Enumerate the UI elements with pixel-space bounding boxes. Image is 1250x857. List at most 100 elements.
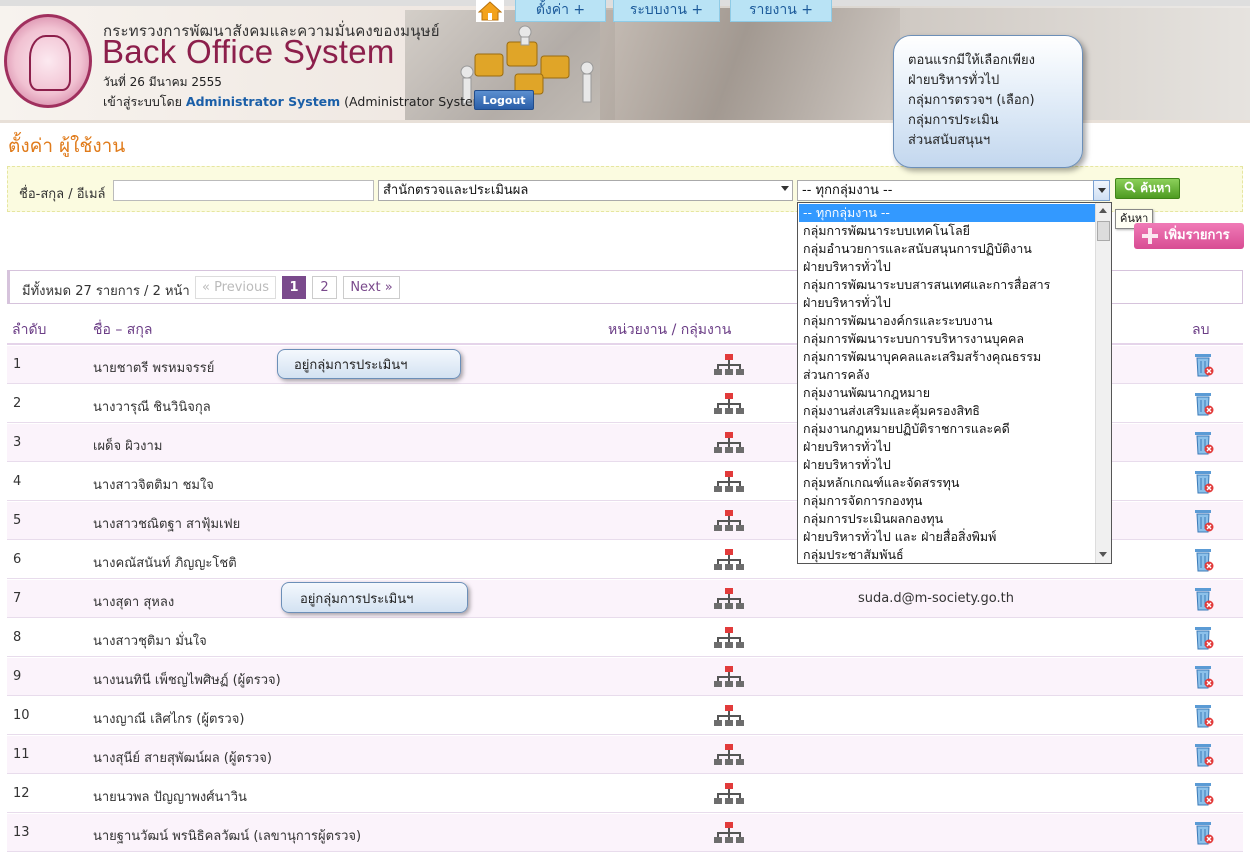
dropdown-option[interactable]: กลุ่มการพัฒนาองค์กรและระบบงาน: [799, 312, 1095, 330]
table-row[interactable]: 10 นางญาณี เลิศไกร (ผู้ตรวจ): [7, 697, 1243, 735]
nav-tab-systems[interactable]: ระบบงาน +: [613, 0, 720, 22]
row-name[interactable]: เผด็จ ผิวงาม: [93, 435, 162, 456]
org-chart-icon[interactable]: [714, 744, 744, 768]
trash-icon[interactable]: [1194, 352, 1214, 378]
page-button-2[interactable]: 2: [312, 276, 337, 299]
bubble-line: ฝ่ายบริหารทั่วไป: [908, 73, 1000, 88]
nav-tab-reports[interactable]: รายงาน +: [730, 0, 832, 22]
dropdown-option[interactable]: -- ทุกกลุ่มงาน --: [799, 204, 1095, 222]
scroll-up-icon[interactable]: [1095, 203, 1111, 219]
table-row[interactable]: 8 นางสาวชุติมา มั่นใจ: [7, 619, 1243, 657]
org-chart-icon[interactable]: [714, 666, 744, 690]
org-chart-icon[interactable]: [714, 627, 744, 651]
dropdown-option[interactable]: กลุ่มหลักเกณฑ์และจัดสรรทุน: [799, 474, 1095, 492]
name-email-input[interactable]: [113, 180, 374, 201]
org-chart-icon[interactable]: [714, 822, 744, 846]
dropdown-option[interactable]: กลุ่มการพัฒนาระบบการบริหารงานบุคคล: [799, 330, 1095, 348]
previous-page-button[interactable]: « Previous: [195, 276, 276, 299]
trash-icon[interactable]: [1194, 430, 1214, 456]
dropdown-option[interactable]: กลุ่มการพัฒนาระบบเทคโนโลยี: [799, 222, 1095, 240]
work-group-dropdown-list[interactable]: -- ทุกกลุ่มงาน -- กลุ่มการพัฒนาระบบเทคโนโ…: [797, 202, 1112, 564]
trash-icon[interactable]: [1194, 469, 1214, 495]
scroll-down-icon[interactable]: [1095, 547, 1111, 563]
dropdown-option[interactable]: กลุ่มอำนวยการและสนับสนุนการปฏิบัติงาน: [799, 240, 1095, 258]
table-row[interactable]: 7 นางสุดา สุหลง suda.d@m-society.go.th: [7, 580, 1243, 618]
row-name[interactable]: นางสาวชณิตฐา สาฟุ้มเฟย: [93, 513, 240, 534]
add-item-label: เพิ่มรายการ: [1164, 228, 1230, 243]
org-chart-icon[interactable]: [714, 393, 744, 417]
trash-icon[interactable]: [1194, 508, 1214, 534]
trash-icon[interactable]: [1194, 586, 1214, 612]
row-number: 6: [13, 552, 22, 567]
table-row[interactable]: 11 นางสุนีย์ สายสุพัฒน์ผล (ผู้ตรวจ): [7, 736, 1243, 774]
row-name[interactable]: นางวารุณี ชินวินิจกุล: [93, 396, 211, 417]
dropdown-option[interactable]: ฝ่ายบริหารทั่วไป และ ฝ่ายสื่อสิ่งพิมพ์: [799, 528, 1095, 546]
trash-icon[interactable]: [1194, 664, 1214, 690]
dropdown-option[interactable]: กลุ่มการพัฒนาระบบสารสนเทศและการสื่อสาร: [799, 276, 1095, 294]
org-chart-icon[interactable]: [714, 783, 744, 807]
row-name[interactable]: นายฐานวัฒน์ พรนิธิคลวัฒน์ (เลขานุการผู้ต…: [93, 825, 361, 846]
org-chart-icon[interactable]: [714, 510, 744, 534]
chevron-down-icon[interactable]: [1093, 180, 1110, 201]
dropdown-option[interactable]: กลุ่มการพัฒนาบุคคลและเสริมสร้างคุณธรรม: [799, 348, 1095, 366]
dropdown-option[interactable]: ฝ่ายบริหารทั่วไป: [799, 456, 1095, 474]
row-name[interactable]: นางสุนีย์ สายสุพัฒน์ผล (ผู้ตรวจ): [93, 747, 272, 768]
row-number: 12: [13, 786, 30, 801]
dropdown-option[interactable]: กลุ่มประชาสัมพันธ์: [799, 546, 1095, 563]
row-name[interactable]: นางสาวจิตติมา ชมใจ: [93, 474, 214, 495]
dropdown-option[interactable]: ส่วนการคลัง: [799, 366, 1095, 384]
annotation-callout: อยู่กลุ่มการประเมินฯ: [281, 582, 468, 613]
logout-button[interactable]: Logout: [474, 90, 534, 110]
column-header-name: ชื่อ – สกุล: [93, 322, 153, 338]
org-chart-icon[interactable]: [714, 432, 744, 456]
dropdown-option[interactable]: ฝ่ายบริหารทั่วไป: [799, 294, 1095, 312]
trash-icon[interactable]: [1194, 742, 1214, 768]
org-chart-icon[interactable]: [714, 549, 744, 573]
row-name[interactable]: นางญาณี เลิศไกร (ผู้ตรวจ): [93, 708, 244, 729]
org-chart-icon[interactable]: [714, 471, 744, 495]
row-name[interactable]: นางสาวชุติมา มั่นใจ: [93, 630, 207, 651]
annotation-callout: อยู่กลุ่มการประเมินฯ: [277, 349, 461, 379]
dropdown-option[interactable]: กลุ่มงานส่งเสริมและคุ้มครองสิทธิ: [799, 402, 1095, 420]
row-name[interactable]: นายชาตรี พรหมจรรย์: [93, 357, 214, 378]
search-button[interactable]: ค้นหา: [1115, 178, 1180, 199]
dropdown-option[interactable]: กลุ่มงานกฎหมายปฏิบัติราชการและคดี: [799, 420, 1095, 438]
nav-tab-settings[interactable]: ตั้งค่า +: [515, 0, 606, 22]
org-chart-icon[interactable]: [714, 705, 744, 729]
work-group-select[interactable]: -- ทุกกลุ่มงาน --: [797, 180, 1110, 201]
add-item-button[interactable]: เพิ่มรายการ: [1134, 223, 1244, 249]
trash-icon[interactable]: [1194, 703, 1214, 729]
dropdown-option[interactable]: กลุ่มการจัดการกองทุน: [799, 492, 1095, 510]
trash-icon[interactable]: [1194, 820, 1214, 846]
page-button-1[interactable]: 1: [282, 276, 306, 299]
table-row[interactable]: 12 นายนวพล ปัญญาพงศ์นาวิน: [7, 775, 1243, 813]
magnifier-icon: [1124, 181, 1136, 193]
trash-icon[interactable]: [1194, 625, 1214, 651]
table-row[interactable]: 13 นายฐานวัฒน์ พรนิธิคลวัฒน์ (เลขานุการผู…: [7, 814, 1243, 852]
dropdown-option[interactable]: กลุ่มงานพัฒนากฎหมาย: [799, 384, 1095, 402]
row-name[interactable]: นายนวพล ปัญญาพงศ์นาวิน: [93, 786, 247, 807]
bubble-line: ตอนแรกมีให้เลือกเพียง: [908, 53, 1035, 68]
next-page-button[interactable]: Next »: [343, 276, 400, 299]
user-name: Administrator System: [185, 94, 341, 109]
dropdown-option[interactable]: ฝ่ายบริหารทั่วไป: [799, 438, 1095, 456]
row-number: 9: [13, 669, 22, 684]
scroll-thumb[interactable]: [1097, 221, 1110, 241]
dropdown-scrollbar[interactable]: [1095, 203, 1111, 563]
dropdown-option[interactable]: กลุ่มการประเมินผลกองทุน: [799, 510, 1095, 528]
bubble-line: ส่วนสนับสนุนฯ: [908, 133, 991, 148]
org-chart-icon[interactable]: [714, 588, 744, 612]
dropdown-option[interactable]: ฝ่ายบริหารทั่วไป: [799, 258, 1095, 276]
column-header-unit: หน่วยงาน / กลุ่มงาน: [608, 322, 732, 338]
trash-icon[interactable]: [1194, 391, 1214, 417]
row-name[interactable]: นางนนทินี เพ็ชญไพศิษฏ์ (ผู้ตรวจ): [93, 669, 281, 690]
row-name[interactable]: นางคณัสนันท์ ภิญญะโชติ: [93, 552, 237, 573]
home-button[interactable]: [476, 0, 504, 22]
office-select[interactable]: สำนักตรวจและประเมินผล: [378, 180, 793, 201]
trash-icon[interactable]: [1194, 781, 1214, 807]
table-row[interactable]: 9 นางนนทินี เพ็ชญไพศิษฏ์ (ผู้ตรวจ): [7, 658, 1243, 696]
row-name[interactable]: นางสุดา สุหลง: [93, 591, 174, 612]
home-icon: [478, 1, 502, 21]
org-chart-icon[interactable]: [714, 354, 744, 378]
trash-icon[interactable]: [1194, 547, 1214, 573]
